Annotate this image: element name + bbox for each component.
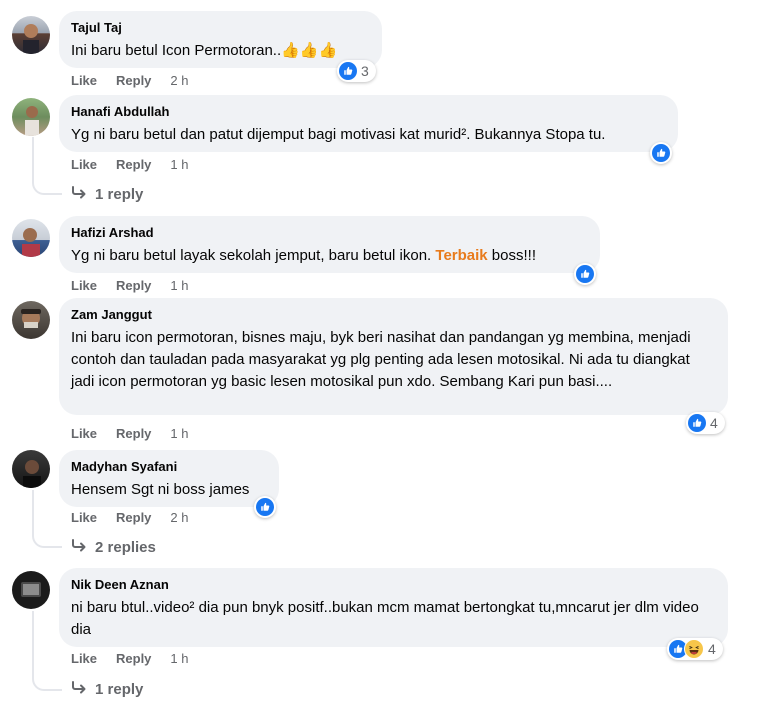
avatar[interactable]	[12, 571, 50, 609]
comment-text: Hensem Sgt ni boss james	[71, 481, 250, 498]
comment-bubble: Tajul Taj Ini baru betul Icon Permotoran…	[59, 11, 382, 68]
thread-line	[32, 137, 62, 195]
like-button[interactable]: Like	[71, 510, 97, 526]
thread-line	[32, 490, 62, 548]
comment-bubble: Zam Janggut Ini baru icon permotoran, bi…	[59, 298, 728, 415]
reaction-summary[interactable]: 4	[686, 412, 725, 434]
like-thumb-icon	[652, 144, 670, 162]
reply-button[interactable]: Reply	[116, 510, 151, 526]
avatar-photo	[23, 460, 41, 488]
reply-arrow-icon	[71, 679, 87, 701]
view-replies-link[interactable]: 2 replies	[71, 537, 156, 559]
replies-label: 2 replies	[95, 538, 156, 556]
comment-timestamp[interactable]: 1 h	[170, 278, 188, 294]
comment-text: ni baru btul..video² dia pun bnyk positf…	[71, 599, 703, 638]
view-replies-link[interactable]: 1 reply	[71, 679, 143, 701]
reply-button[interactable]: Reply	[116, 651, 151, 667]
comment-bubble: Nik Deen Aznan ni baru btul..video² dia …	[59, 568, 728, 647]
comment-timestamp[interactable]: 1 h	[170, 426, 188, 442]
reply-button[interactable]: Reply	[116, 73, 151, 89]
reply-button[interactable]: Reply	[116, 278, 151, 294]
avatar-photo	[23, 24, 39, 54]
avatar-photo	[21, 582, 41, 597]
reaction-summary[interactable]	[254, 496, 276, 518]
reaction-count: 3	[361, 63, 369, 79]
comment-author[interactable]: Nik Deen Aznan	[71, 576, 716, 593]
highlighted-word: Terbaik	[435, 247, 488, 264]
reaction-count: 4	[708, 641, 716, 657]
reaction-summary[interactable]	[574, 263, 596, 285]
like-thumb-icon	[576, 265, 594, 283]
reaction-count: 4	[710, 415, 718, 431]
comment-actions: Like Reply 1 h	[71, 278, 189, 294]
avatar[interactable]	[12, 98, 50, 136]
like-thumb-icon	[256, 498, 274, 516]
view-replies-link[interactable]: 1 reply	[71, 184, 143, 206]
avatar-photo	[22, 228, 40, 257]
comment-bubble: Hafizi Arshad Yg ni baru betul layak sek…	[59, 216, 600, 273]
like-button[interactable]: Like	[71, 278, 97, 294]
comment-timestamp[interactable]: 2 h	[170, 73, 188, 89]
comment-author[interactable]: Tajul Taj	[71, 19, 370, 36]
avatar-photo	[21, 309, 41, 328]
avatar[interactable]	[12, 450, 50, 488]
comment-actions: Like Reply 1 h	[71, 426, 189, 442]
like-button[interactable]: Like	[71, 73, 97, 89]
like-thumb-icon	[688, 414, 706, 432]
comment-actions: Like Reply 1 h	[71, 651, 189, 667]
reply-button[interactable]: Reply	[116, 157, 151, 173]
avatar-photo	[25, 106, 39, 136]
comment-timestamp[interactable]: 2 h	[170, 510, 188, 526]
comment-bubble: Madyhan Syafani Hensem Sgt ni boss james	[59, 450, 279, 507]
avatar[interactable]	[12, 16, 50, 54]
comment-author[interactable]: Hafizi Arshad	[71, 224, 588, 241]
haha-face-icon	[684, 639, 704, 659]
reaction-summary[interactable]	[650, 142, 672, 164]
like-thumb-icon	[339, 62, 357, 80]
reaction-summary[interactable]: 3	[337, 60, 376, 82]
comment-text: Yg ni baru betul layak sekolah jemput, b…	[71, 247, 536, 264]
comment-timestamp[interactable]: 1 h	[170, 157, 188, 173]
avatar[interactable]	[12, 301, 50, 339]
comment-author[interactable]: Madyhan Syafani	[71, 458, 267, 475]
thread-line	[32, 611, 62, 691]
comment-actions: Like Reply 2 h	[71, 510, 189, 526]
comment-text: Ini baru betul Icon Permotoran..👍👍👍	[71, 42, 338, 59]
reply-arrow-icon	[71, 537, 87, 559]
comment-timestamp[interactable]: 1 h	[170, 651, 188, 667]
like-button[interactable]: Like	[71, 157, 97, 173]
reaction-summary[interactable]: 4	[667, 638, 723, 660]
reply-button[interactable]: Reply	[116, 426, 151, 442]
replies-label: 1 reply	[95, 185, 144, 203]
replies-label: 1 reply	[95, 680, 144, 698]
like-button[interactable]: Like	[71, 651, 97, 667]
comment-text: Yg ni baru betul dan patut dijemput bagi…	[71, 126, 606, 143]
comment-actions: Like Reply 2 h	[71, 73, 189, 89]
avatar[interactable]	[12, 219, 50, 257]
comment-bubble: Hanafi Abdullah Yg ni baru betul dan pat…	[59, 95, 678, 152]
comment-author[interactable]: Hanafi Abdullah	[71, 103, 666, 120]
comment-text: Ini baru icon permotoran, bisnes maju, b…	[71, 329, 695, 390]
like-button[interactable]: Like	[71, 426, 97, 442]
comment-actions: Like Reply 1 h	[71, 157, 189, 173]
thumbs-up-emoji: 👍👍👍	[281, 42, 338, 59]
reply-arrow-icon	[71, 184, 87, 206]
comment-author[interactable]: Zam Janggut	[71, 306, 716, 323]
